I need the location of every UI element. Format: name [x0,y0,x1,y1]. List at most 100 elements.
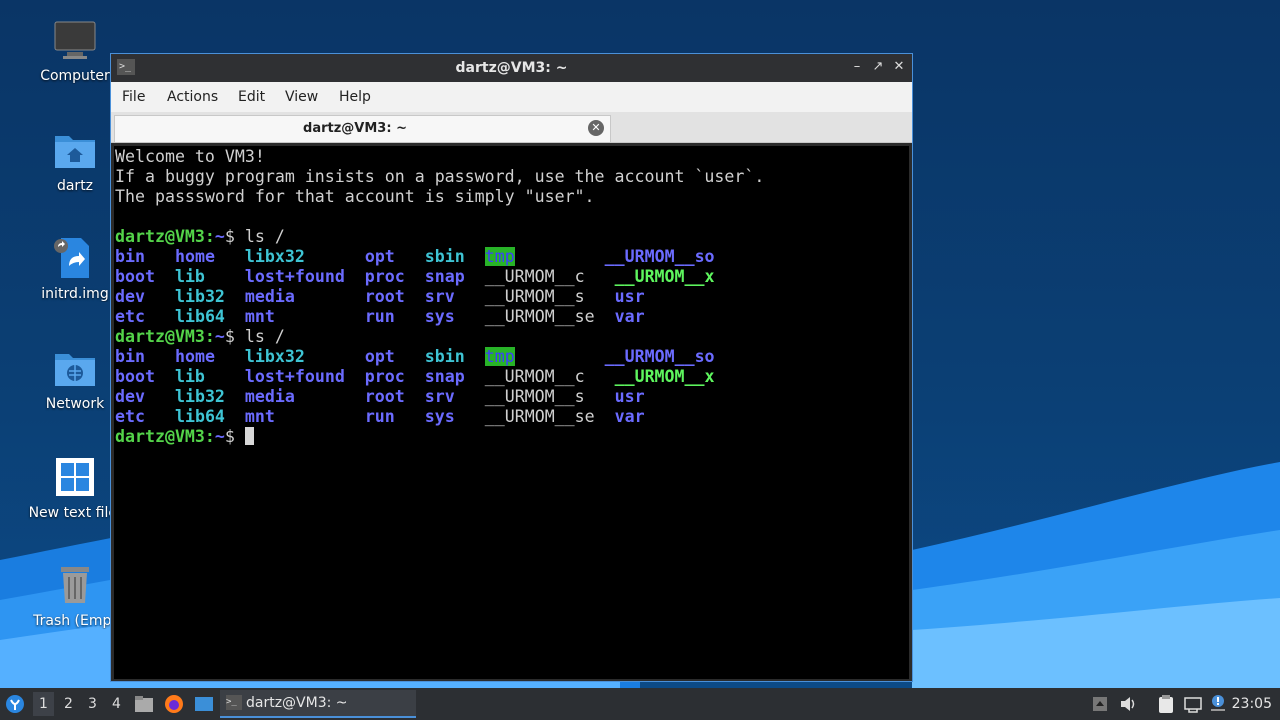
workspace-2[interactable]: 2 [64,696,73,712]
ls-entry: run [364,307,395,326]
ls-entry: var [614,407,645,426]
maximize-icon[interactable]: ↗ [870,59,886,75]
clipboard-icon[interactable] [1156,694,1176,714]
ls-entry: lib32 [174,287,225,306]
menu-file[interactable]: File [122,89,145,105]
tab-title: dartz@VM3: ~ [303,121,407,136]
home-folder-icon [53,128,97,172]
ls-entry: dev [115,287,145,306]
ls-entry: __URMOM__s [484,287,585,306]
ls-entry: mnt [244,307,275,326]
ls-entry: etc [115,407,145,426]
ls-entry: lib [174,267,205,286]
close-icon[interactable]: ✕ [891,59,907,75]
link-file-icon [53,236,97,280]
command: ls / [244,327,285,346]
minimize-icon[interactable]: – [849,59,865,75]
prompt: dartz@VM3: [115,227,215,246]
ls-entry: tmp [484,347,515,366]
ls-entry: lib64 [174,307,225,326]
menu-help[interactable]: Help [339,89,371,105]
network-folder-icon [53,346,97,390]
ls-entry: bin [115,347,145,366]
ls-entry: boot [115,367,155,386]
ls-entry: boot [115,267,155,286]
ls-entry: srv [424,387,455,406]
ls-entry: mnt [244,407,275,426]
ls-entry: run [364,407,395,426]
ls-entry: etc [115,307,145,326]
window-title: dartz@VM3: ~ [455,60,568,76]
ls-entry: lib [174,367,205,386]
computer-icon [53,18,97,62]
ls-entry: opt [364,247,395,266]
ls-entry: lib32 [174,387,225,406]
ls-entry: __URMOM__se [484,407,595,426]
workspace-4[interactable]: 4 [112,696,121,712]
ls-entry: __URMOM__so [604,347,715,366]
task-title: dartz@VM3: ~ [246,695,348,711]
prompt: dartz@VM3: [115,427,215,446]
menu-view[interactable]: View [285,89,318,105]
trash-icon [53,563,97,607]
volume-icon[interactable] [1118,694,1138,714]
tab-close-icon[interactable]: ✕ [588,120,604,136]
ls-entry: __URMOM__x [614,367,715,386]
ls-entry: sys [424,307,455,326]
ls-entry: proc [364,367,405,386]
text-cursor [244,427,254,445]
terminal-output[interactable]: Welcome to VM3! If a buggy program insis… [114,146,909,679]
terminal-icon: >_ [226,695,242,710]
welcome-line: If a buggy program insists on a password… [115,167,765,186]
ls-entry: opt [364,347,395,366]
ls-entry: var [614,307,645,326]
ls-entry: __URMOM__c [484,267,585,286]
welcome-line: The passsword for that account is simply… [115,187,595,206]
ls-entry: usr [614,387,645,406]
window-titlebar[interactable]: >_ dartz@VM3: ~ – ↗ ✕ [111,54,912,82]
taskbar: 1 2 3 4 >_ dartz@VM3: ~ 23:05 [0,688,1280,720]
menu-actions[interactable]: Actions [167,89,218,105]
ls-entry: __URMOM__s [484,387,585,406]
ls-entry: media [244,287,295,306]
firefox-icon[interactable] [164,694,184,714]
terminal-window[interactable]: >_ dartz@VM3: ~ – ↗ ✕ File Actions Edit … [110,53,913,682]
ls-entry: usr [614,287,645,306]
prompt-path: ~ [214,427,225,446]
ls-entry: __URMOM__c [484,367,585,386]
ls-entry: media [244,387,295,406]
notification-icon[interactable] [1208,694,1228,714]
ls-entry: sbin [424,347,465,366]
menu-edit[interactable]: Edit [238,89,265,105]
clock: 23:05 [1231,696,1272,712]
windows-file-icon [53,455,97,499]
desktop-show-icon[interactable] [194,694,214,714]
workspace-1[interactable]: 1 [33,692,54,716]
workspace-3[interactable]: 3 [88,696,97,712]
ls-entry: snap [424,367,465,386]
file-manager-icon[interactable] [134,694,154,714]
ls-entry: libx32 [244,347,305,366]
ls-entry: __URMOM__se [484,307,595,326]
ls-entry: home [174,247,215,266]
ls-entry: libx32 [244,247,305,266]
ls-entry: root [364,287,405,306]
taskbar-task-terminal[interactable]: >_ dartz@VM3: ~ [220,690,416,718]
ls-entry: sbin [424,247,465,266]
ls-entry: lib64 [174,407,225,426]
welcome-line: Welcome to VM3! [115,147,265,166]
ls-entry: tmp [484,247,515,266]
ls-entry: dev [115,387,145,406]
ls-entry: snap [424,267,465,286]
menu-bar: File Actions Edit View Help [111,82,912,112]
ls-entry: bin [115,247,145,266]
tab-terminal[interactable]: dartz@VM3: ~ ✕ [114,115,611,142]
tray-up-arrow-icon[interactable] [1090,694,1110,714]
ls-entry: __URMOM__x [614,267,715,286]
ls-entry: sys [424,407,455,426]
prompt: dartz@VM3: [115,327,215,346]
ls-entry: proc [364,267,405,286]
app-menu-icon[interactable] [5,694,25,714]
tab-bar: dartz@VM3: ~ ✕ [111,112,912,143]
network-status-icon[interactable] [1183,694,1203,714]
